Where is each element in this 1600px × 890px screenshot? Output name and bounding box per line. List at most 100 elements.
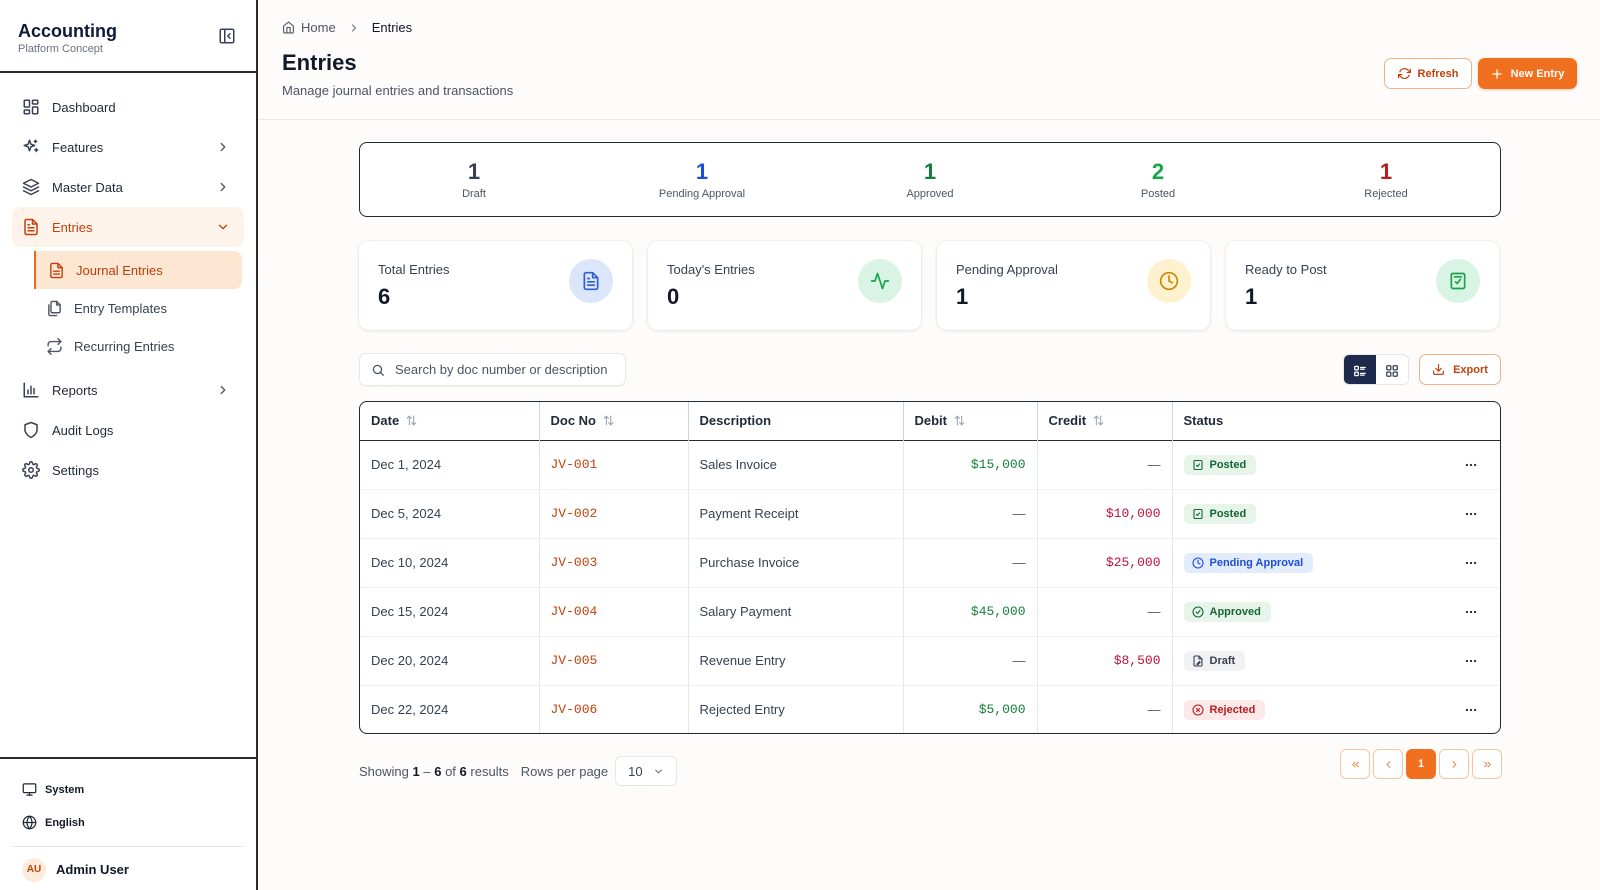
sidebar-item-label: Features — [52, 139, 104, 155]
sidebar-item-master-data[interactable]: Master Data — [12, 167, 244, 207]
download-icon — [1432, 363, 1445, 376]
more-actions-icon[interactable] — [1464, 605, 1478, 619]
cell-credit: $25,000 — [1037, 538, 1173, 587]
cell-description: Payment Receipt — [688, 489, 904, 538]
sidebar: Accounting Platform Concept Dashboard Fe… — [0, 0, 258, 890]
status-badge-label: Rejected — [1209, 703, 1256, 716]
sidebar-subitem-label: Journal Entries — [76, 262, 163, 278]
language-label: English — [45, 816, 85, 829]
breadcrumb-current: Entries — [371, 20, 413, 35]
status-label: Draft — [462, 188, 486, 200]
sidebar-item-features[interactable]: Features — [12, 127, 244, 167]
grid-view-button[interactable] — [1376, 355, 1408, 384]
breadcrumb-home-link[interactable]: Home — [301, 20, 336, 35]
more-actions-icon[interactable] — [1464, 703, 1478, 717]
sidebar-subitem-journal-entries[interactable]: Journal Entries — [34, 251, 242, 289]
chevrons-right-icon — [1482, 759, 1493, 770]
theme-toggle[interactable]: System — [0, 773, 256, 806]
new-entry-button[interactable]: New Entry — [1478, 58, 1577, 89]
status-badge-label: Posted — [1209, 458, 1247, 471]
table-row[interactable]: Dec 22, 2024 JV-006 Rejected Entry $5,00… — [360, 685, 1500, 733]
table-row[interactable]: Dec 1, 2024 JV-001 Sales Invoice $15,000… — [360, 440, 1500, 489]
column-header-date[interactable]: Date — [360, 402, 540, 440]
cell-debit: — — [903, 538, 1038, 587]
activity-icon — [858, 259, 902, 303]
stat-value: 1 — [956, 284, 969, 309]
column-header-label: Description — [699, 413, 772, 429]
export-label: Export — [1453, 363, 1488, 376]
cell-doc-no[interactable]: JV-006 — [539, 685, 689, 733]
sidebar-subitem-recurring-entries[interactable]: Recurring Entries — [34, 327, 242, 365]
column-header-credit[interactable]: Credit — [1037, 402, 1173, 440]
column-header-doc-no[interactable]: Doc No — [539, 402, 689, 440]
clipboard-check-icon — [1192, 508, 1203, 519]
sidebar-collapse-icon[interactable] — [218, 27, 236, 45]
list-view-button[interactable] — [1344, 355, 1376, 384]
avatar: AU — [22, 857, 46, 882]
entries-table: Date Doc No Description Debit Credit Sta… — [359, 401, 1501, 734]
status-summary-draft[interactable]: 1 Draft — [360, 143, 588, 216]
status-summary-rejected[interactable]: 1 Rejected — [1272, 143, 1500, 216]
cell-doc-no[interactable]: JV-002 — [539, 489, 689, 538]
sidebar-item-dashboard[interactable]: Dashboard — [12, 87, 244, 127]
pagination: 1 — [1337, 749, 1502, 779]
more-actions-icon[interactable] — [1464, 507, 1478, 521]
language-selector[interactable]: English — [0, 806, 256, 839]
sidebar-item-label: Settings — [52, 462, 99, 478]
first-page-button[interactable] — [1340, 749, 1370, 779]
search-box — [359, 353, 626, 386]
chevron-down-icon — [216, 220, 230, 234]
table-row[interactable]: Dec 15, 2024 JV-004 Salary Payment $45,0… — [360, 587, 1500, 636]
sparkles-icon — [22, 138, 40, 156]
next-page-button[interactable] — [1439, 749, 1469, 779]
stat-card-pending-approval: Pending Approval 1 — [937, 241, 1210, 330]
status-summary-posted[interactable]: 2 Posted — [1044, 143, 1272, 216]
user-menu[interactable]: AU Admin User — [12, 846, 244, 890]
bar-chart-icon — [22, 381, 40, 399]
file-edit-icon — [1192, 654, 1203, 667]
stat-card-todays-entries: Today's Entries 0 — [648, 241, 921, 330]
refresh-button[interactable]: Refresh — [1384, 58, 1472, 89]
sidebar-item-entries[interactable]: Entries — [12, 207, 244, 247]
more-actions-icon[interactable] — [1464, 654, 1478, 668]
cell-description: Revenue Entry — [688, 636, 904, 685]
list-view-icon — [1353, 364, 1367, 378]
cell-status: Draft — [1172, 636, 1500, 685]
status-label: Pending Approval — [658, 188, 746, 200]
sidebar-item-audit-logs[interactable]: Audit Logs — [12, 410, 244, 450]
cell-doc-no[interactable]: JV-004 — [539, 587, 689, 636]
stat-value: 0 — [667, 284, 680, 309]
cell-doc-no[interactable]: JV-001 — [539, 440, 689, 489]
cell-doc-no[interactable]: JV-005 — [539, 636, 689, 685]
last-page-button[interactable] — [1472, 749, 1502, 779]
status-summary-pending-approval[interactable]: 1 Pending Approval — [588, 143, 816, 216]
export-button[interactable]: Export — [1419, 354, 1501, 385]
rows-per-page-select[interactable]: 10 — [615, 756, 678, 786]
column-header-debit[interactable]: Debit — [903, 402, 1038, 440]
stat-value: 6 — [378, 284, 391, 309]
table-row[interactable]: Dec 10, 2024 JV-003 Purchase Invoice — $… — [360, 538, 1500, 587]
sidebar-item-label: Dashboard — [52, 99, 116, 115]
monitor-icon — [22, 782, 37, 797]
sidebar-item-reports[interactable]: Reports — [12, 370, 244, 410]
status-count: 1 — [695, 159, 709, 184]
cell-description: Salary Payment — [688, 587, 904, 636]
more-actions-icon[interactable] — [1464, 458, 1478, 472]
stat-label: Ready to Post — [1245, 262, 1327, 277]
cell-credit: $10,000 — [1037, 489, 1173, 538]
table-row[interactable]: Dec 5, 2024 JV-002 Payment Receipt — $10… — [360, 489, 1500, 538]
page-title: Entries — [282, 50, 357, 75]
page-button-current[interactable]: 1 — [1406, 749, 1436, 779]
sidebar-item-settings[interactable]: Settings — [12, 450, 244, 490]
status-count: 1 — [923, 159, 937, 184]
globe-icon — [22, 815, 37, 830]
search-input[interactable] — [395, 362, 615, 377]
more-actions-icon[interactable] — [1464, 556, 1478, 570]
status-summary-approved[interactable]: 1 Approved — [816, 143, 1044, 216]
rows-per-page-label: Rows per page — [520, 763, 609, 779]
sidebar-subitem-entry-templates[interactable]: Entry Templates — [34, 289, 242, 327]
status-badge: Posted — [1183, 503, 1257, 524]
previous-page-button[interactable] — [1373, 749, 1403, 779]
table-row[interactable]: Dec 20, 2024 JV-005 Revenue Entry — $8,5… — [360, 636, 1500, 685]
cell-doc-no[interactable]: JV-003 — [539, 538, 689, 587]
